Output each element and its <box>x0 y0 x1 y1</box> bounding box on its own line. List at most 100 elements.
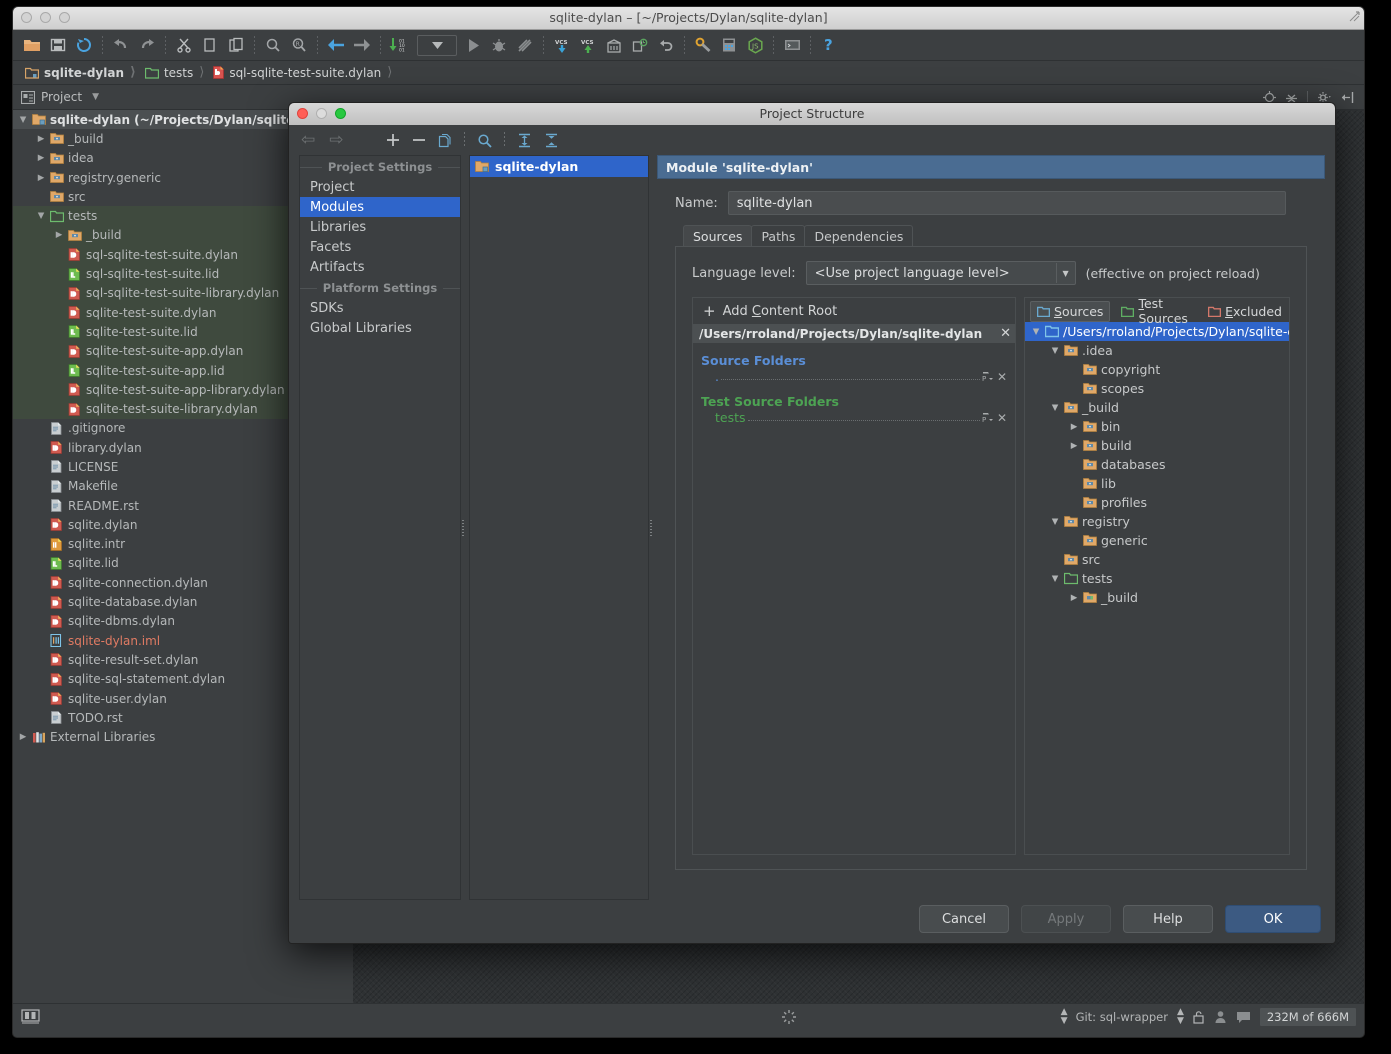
help-icon[interactable]: ? <box>817 33 841 57</box>
hide-icon[interactable] <box>1341 91 1354 104</box>
content-root-tree-row[interactable]: ▼ _build <box>1025 398 1289 417</box>
tab-sources[interactable]: Sources <box>683 225 753 246</box>
editor-layout-icon[interactable] <box>21 1007 45 1027</box>
redo-icon[interactable] <box>135 33 159 57</box>
sidebar-item-sdks[interactable]: SDKs <box>300 298 460 318</box>
ok-button[interactable]: OK <box>1225 905 1321 933</box>
cancel-button[interactable]: Cancel <box>919 905 1009 933</box>
content-root-tree-row[interactable]: ▶ _build <box>1025 588 1289 607</box>
forward-arrow-icon[interactable]: ⇨ <box>329 131 343 149</box>
content-root-tree-row[interactable]: databases <box>1025 455 1289 474</box>
event-log-icon[interactable] <box>1236 1011 1251 1024</box>
background-tasks-icon[interactable] <box>781 1009 797 1025</box>
memory-indicator[interactable]: 232M of 666M <box>1259 1008 1356 1026</box>
chevron-down-icon[interactable]: ▼ <box>35 211 47 221</box>
module-list-item[interactable]: sqlite-dylan <box>470 156 648 177</box>
content-root-tree[interactable]: ▼/Users/rroland/Projects/Dylan/sqlite-dy… <box>1025 322 1289 607</box>
content-root-tree-row[interactable]: src <box>1025 550 1289 569</box>
sidebar-item-libraries[interactable]: Libraries <box>300 217 460 237</box>
open-project-icon[interactable] <box>20 33 44 57</box>
settings-icon[interactable] <box>691 33 715 57</box>
expand-all-icon[interactable] <box>517 133 532 148</box>
sidebar-item-global-libraries[interactable]: Global Libraries <box>300 318 460 338</box>
chevron-right-icon[interactable]: ▶ <box>35 134 47 144</box>
content-root-tree-row[interactable]: profiles <box>1025 493 1289 512</box>
chevron-right-icon[interactable]: ▶ <box>53 230 65 240</box>
back-icon[interactable] <box>324 33 348 57</box>
chevron-down-icon[interactable]: ▼ <box>17 115 29 125</box>
project-structure-icon[interactable] <box>717 33 741 57</box>
lock-icon[interactable] <box>1192 1010 1205 1024</box>
run-icon[interactable] <box>461 33 485 57</box>
remove-icon[interactable] <box>412 133 426 147</box>
chevron-right-icon[interactable]: ▶ <box>35 173 47 183</box>
content-root-tree-row[interactable]: generic <box>1025 531 1289 550</box>
vcs-history-icon[interactable] <box>602 33 626 57</box>
source-folder-row[interactable]: . P ✕ <box>715 369 1007 384</box>
debug-icon[interactable] <box>487 33 511 57</box>
terminal-icon[interactable] <box>780 33 804 57</box>
vcs-branch-label[interactable]: Git: sql-wrapper <box>1076 1010 1168 1024</box>
run-config-dropdown[interactable] <box>417 34 457 56</box>
language-level-select[interactable]: <Use project language level> ▼ <box>805 261 1076 285</box>
chevron-down-icon[interactable]: ▼ <box>1029 327 1043 337</box>
content-root-tree-row[interactable]: scopes <box>1025 379 1289 398</box>
save-all-icon[interactable] <box>46 33 70 57</box>
sync-icon[interactable] <box>72 33 96 57</box>
test-source-folder-actions[interactable]: P ✕ <box>982 411 1007 425</box>
chevron-right-icon[interactable]: ▶ <box>35 153 47 163</box>
content-root-tree-row[interactable]: copyright <box>1025 360 1289 379</box>
collapse-all-icon[interactable] <box>544 133 559 148</box>
remove-folder-icon[interactable]: ✕ <box>997 411 1007 425</box>
close-icon[interactable]: ✕ <box>1000 326 1011 341</box>
user-icon[interactable] <box>1214 1010 1227 1024</box>
breadcrumb-item-file[interactable]: sql-sqlite-test-suite.dylan ⟩ <box>209 61 397 84</box>
javascript-icon[interactable]: JS <box>743 33 767 57</box>
help-button[interactable]: Help <box>1123 905 1213 933</box>
resize-grip-icon[interactable] <box>1348 10 1362 24</box>
vcs-update-icon[interactable]: VCS <box>550 33 574 57</box>
chevron-down-icon[interactable]: ▼ <box>1048 403 1062 413</box>
content-root-tree-row[interactable]: lib <box>1025 474 1289 493</box>
chevron-right-icon[interactable]: ▶ <box>1067 422 1081 432</box>
modules-splitter[interactable] <box>649 155 653 900</box>
copy-icon[interactable] <box>198 33 222 57</box>
chevron-down-icon[interactable]: ▼ <box>1048 517 1062 527</box>
sidebar-item-project[interactable]: Project <box>300 177 460 197</box>
copy-module-icon[interactable] <box>438 133 452 148</box>
sidebar-item-facets[interactable]: Facets <box>300 237 460 257</box>
breadcrumb-item-tests[interactable]: tests ⟩ <box>141 61 209 84</box>
content-root-tree-row[interactable]: ▶ bin <box>1025 417 1289 436</box>
add-content-root-button[interactable]: + Add Content Root <box>693 298 1015 324</box>
mark-toggle-sources[interactable]: Sources <box>1030 300 1111 322</box>
chevron-down-icon[interactable]: ▼ <box>92 92 99 102</box>
chevron-right-icon[interactable]: ▶ <box>1067 441 1081 451</box>
sidebar-item-artifacts[interactable]: Artifacts <box>300 257 460 277</box>
project-view-icon[interactable] <box>21 90 35 104</box>
source-folder-actions[interactable]: P ✕ <box>982 370 1007 384</box>
content-root-tree-row[interactable]: ▼ .idea <box>1025 341 1289 360</box>
search-icon[interactable] <box>477 133 492 148</box>
vcs-commit-icon[interactable]: VCS <box>576 33 600 57</box>
paste-icon[interactable] <box>224 33 248 57</box>
replace-icon[interactable]: R <box>287 33 311 57</box>
chevron-down-icon[interactable]: ▼ <box>1055 263 1075 283</box>
test-source-folder-row[interactable]: tests P ✕ <box>715 410 1007 425</box>
cut-icon[interactable] <box>172 33 196 57</box>
content-root-bar[interactable]: /Users/rroland/Projects/Dylan/sqlite-dyl… <box>693 324 1015 343</box>
forward-icon[interactable] <box>350 33 374 57</box>
chevron-right-icon[interactable]: ▶ <box>17 732 29 742</box>
breadcrumb-item-project[interactable]: sqlite-dylan ⟩ <box>21 61 141 84</box>
coverage-icon[interactable] <box>513 33 537 57</box>
content-root-tree-row[interactable]: ▼ registry <box>1025 512 1289 531</box>
chevron-down-icon[interactable]: ▼ <box>1048 574 1062 584</box>
content-root-tree-row[interactable]: ▼ tests <box>1025 569 1289 588</box>
sidebar-item-modules[interactable]: Modules <box>300 197 460 217</box>
tab-dependencies[interactable]: Dependencies <box>804 225 914 246</box>
add-icon[interactable] <box>386 133 400 147</box>
mark-toggle-excluded[interactable]: Excluded <box>1201 301 1289 322</box>
remove-folder-icon[interactable]: ✕ <box>997 370 1007 384</box>
chevron-down-icon[interactable]: ▼ <box>1048 346 1062 356</box>
module-name-input[interactable]: sqlite-dylan <box>727 191 1286 215</box>
sidebar-splitter[interactable] <box>461 155 465 900</box>
